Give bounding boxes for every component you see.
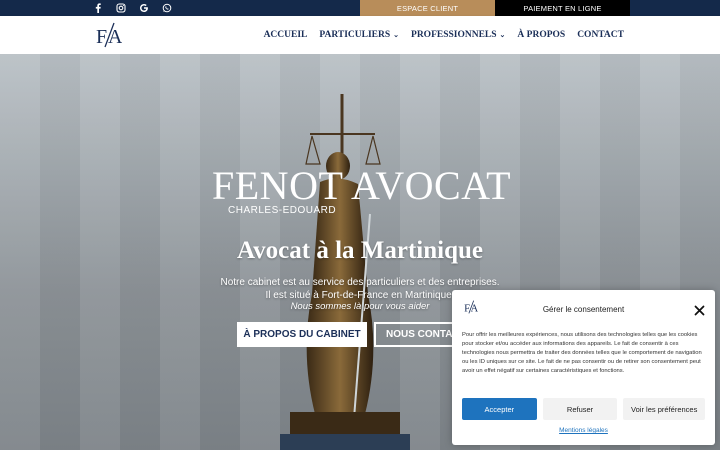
justice-statue-image: [280, 94, 410, 450]
top-bar: ESPACE CLIENT PAIEMENT EN LIGNE: [0, 0, 720, 16]
site-logo[interactable]: F A: [96, 20, 123, 50]
social-links: [92, 2, 172, 13]
chevron-down-icon: ⌄: [499, 31, 506, 39]
nav-professionnels[interactable]: PROFESSIONNELS ⌄: [411, 30, 505, 40]
espace-client-button[interactable]: ESPACE CLIENT: [360, 0, 495, 16]
nav-a-propos[interactable]: À PROPOS: [517, 30, 565, 40]
main-nav: ACCUEIL PARTICULIERS ⌄ PROFESSIONNELS ⌄ À …: [264, 16, 624, 54]
google-icon[interactable]: [138, 2, 149, 13]
consent-buttons: Accepter Refuser Voir les préférences: [462, 398, 705, 420]
close-icon[interactable]: [694, 303, 705, 316]
refuse-button[interactable]: Refuser: [542, 398, 618, 420]
hero-heading: Avocat à la Martinique: [236, 237, 484, 264]
paiement-en-ligne-button[interactable]: PAIEMENT EN LIGNE: [495, 0, 630, 16]
facebook-icon[interactable]: [92, 2, 103, 13]
chevron-down-icon: ⌄: [393, 31, 400, 39]
nav-contact[interactable]: CONTACT: [577, 30, 624, 40]
cookie-consent-dialog: F A Gérer le consentement Pour offrir le…: [452, 290, 715, 445]
hero-title: FENOT AVOCAT: [212, 163, 512, 208]
hero-brand: FENOT AVOCAT CHARLES-EDOUARD: [212, 166, 512, 222]
hero-subname: CHARLES-EDOUARD: [228, 205, 337, 216]
accept-button[interactable]: Accepter: [462, 398, 537, 420]
consent-title: Gérer le consentement: [542, 305, 625, 314]
main-header: F A ACCUEIL PARTICULIERS ⌄ PROFESSIONNELS…: [0, 16, 720, 54]
consent-text: Pour offrir les meilleures expériences, …: [462, 332, 702, 374]
about-cabinet-button[interactable]: À PROPOS DU CABINET: [237, 322, 367, 347]
svg-text:A: A: [108, 26, 122, 48]
preferences-button[interactable]: Voir les préférences: [623, 398, 705, 420]
nav-accueil[interactable]: ACCUEIL: [264, 30, 308, 40]
whatsapp-icon[interactable]: [161, 2, 172, 13]
instagram-icon[interactable]: [115, 2, 126, 13]
hero-text-line-1: Notre cabinet est au service des particu…: [220, 277, 500, 288]
nav-particuliers[interactable]: PARTICULIERS ⌄: [319, 30, 399, 40]
legal-notice-link[interactable]: Mentions légales: [452, 427, 715, 434]
